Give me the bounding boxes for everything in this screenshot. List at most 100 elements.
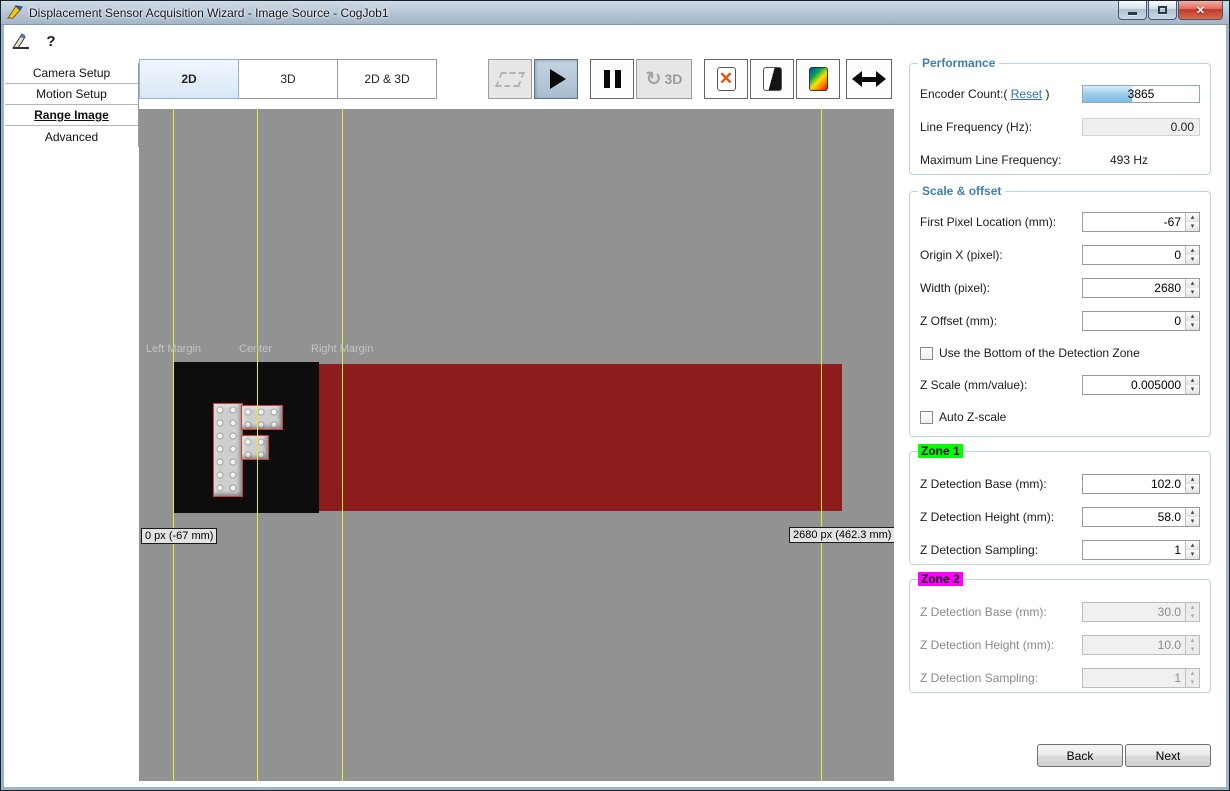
title-bar[interactable]: Displacement Sensor Acquisition Wizard -… bbox=[1, 1, 1229, 25]
tab-2d[interactable]: 2D bbox=[139, 59, 239, 99]
z-scale-field[interactable] bbox=[1082, 375, 1200, 395]
use-bottom-detection-zone-checkbox[interactable] bbox=[920, 347, 933, 360]
tab-3d[interactable]: 3D bbox=[238, 59, 338, 99]
sidebar-item-camera-setup[interactable]: Camera Setup bbox=[5, 63, 138, 84]
minimize-button[interactable] bbox=[1118, 1, 1147, 20]
spin-down-button bbox=[1186, 678, 1199, 687]
left-margin-line[interactable] bbox=[173, 109, 174, 781]
zone1-base-field[interactable] bbox=[1082, 474, 1200, 494]
zone1-height-row: Z Detection Height (mm): bbox=[920, 507, 1200, 527]
window-controls bbox=[1117, 1, 1223, 20]
max-line-frequency-value: 493 Hz bbox=[1110, 153, 1148, 167]
spin-down-button[interactable] bbox=[1186, 517, 1199, 526]
zone1-sampling-field[interactable] bbox=[1082, 540, 1200, 560]
spin-down-button[interactable] bbox=[1186, 222, 1199, 231]
z-offset-input[interactable] bbox=[1083, 312, 1185, 330]
quick-toolbar bbox=[11, 32, 61, 50]
zone2-base-spinner bbox=[1185, 603, 1199, 621]
calibration-tool-icon[interactable] bbox=[11, 32, 31, 50]
zone1-height-input[interactable] bbox=[1083, 508, 1185, 526]
rotate-3d-label: 3D bbox=[665, 71, 683, 87]
spin-up-button[interactable] bbox=[1186, 213, 1199, 222]
center-line[interactable] bbox=[257, 109, 258, 781]
auto-zscale-checkbox[interactable] bbox=[920, 411, 933, 424]
line-frequency-label: Line Frequency (Hz): bbox=[920, 120, 1032, 134]
origin-x-field[interactable] bbox=[1082, 245, 1200, 265]
color-palette-button[interactable] bbox=[796, 59, 840, 99]
right-edge-line[interactable] bbox=[821, 109, 822, 781]
spin-down-button[interactable] bbox=[1186, 321, 1199, 330]
next-button[interactable]: Next bbox=[1125, 744, 1211, 767]
spin-down-button bbox=[1186, 612, 1199, 621]
zone1-height-field[interactable] bbox=[1082, 507, 1200, 527]
help-icon[interactable] bbox=[41, 32, 61, 50]
right-position-label: 2680 px (462.3 mm) bbox=[789, 527, 894, 543]
origin-x-label: Origin X (pixel): bbox=[920, 248, 1003, 262]
z-offset-field[interactable] bbox=[1082, 311, 1200, 331]
zone1-sampling-row: Z Detection Sampling: bbox=[920, 540, 1200, 560]
spin-down-button[interactable] bbox=[1186, 255, 1199, 264]
spin-down-button[interactable] bbox=[1186, 385, 1199, 394]
spin-up-button[interactable] bbox=[1186, 541, 1199, 550]
first-pixel-location-input[interactable] bbox=[1083, 213, 1185, 231]
zone2-group: Zone 2 Z Detection Base (mm): Z Detectio… bbox=[909, 579, 1211, 693]
spin-up-button[interactable] bbox=[1186, 246, 1199, 255]
sidebar-item-motion-setup[interactable]: Motion Setup bbox=[5, 84, 138, 105]
pause-button[interactable] bbox=[590, 59, 634, 99]
encoder-count-value: 3865 bbox=[1082, 85, 1200, 103]
zone2-height-row: Z Detection Height (mm): bbox=[920, 635, 1200, 655]
z-scale-label: Z Scale (mm/value): bbox=[920, 378, 1027, 392]
region-select-icon bbox=[495, 72, 525, 87]
use-bottom-detection-zone-row: Use the Bottom of the Detection Zone bbox=[920, 344, 1200, 362]
fit-width-button[interactable] bbox=[846, 59, 892, 99]
sidebar-item-advanced[interactable]: Advanced bbox=[5, 126, 138, 147]
region-select-button bbox=[488, 59, 532, 99]
run-button[interactable] bbox=[534, 59, 578, 99]
zone1-base-label: Z Detection Base (mm): bbox=[920, 477, 1047, 491]
origin-x-spinner bbox=[1185, 246, 1199, 264]
reset-link[interactable]: Reset bbox=[1011, 87, 1042, 101]
restore-button[interactable] bbox=[1148, 1, 1177, 20]
right-margin-label: Right Margin bbox=[311, 343, 373, 355]
remove-overlay-button[interactable] bbox=[704, 59, 748, 99]
tab-2d-and-3d[interactable]: 2D & 3D bbox=[337, 59, 437, 99]
spin-down-button[interactable] bbox=[1186, 288, 1199, 297]
line-frequency-row: Line Frequency (Hz): 0.00 bbox=[920, 117, 1200, 137]
zone1-height-spinner bbox=[1185, 508, 1199, 526]
first-pixel-location-field[interactable] bbox=[1082, 212, 1200, 232]
spin-up-button[interactable] bbox=[1186, 376, 1199, 385]
close-button[interactable] bbox=[1178, 1, 1223, 20]
right-margin-line[interactable] bbox=[342, 109, 343, 781]
zone2-height-field bbox=[1082, 635, 1200, 655]
spin-down-button[interactable] bbox=[1186, 484, 1199, 493]
first-pixel-location-label: First Pixel Location (mm): bbox=[920, 215, 1056, 229]
sidebar-item-range-image[interactable]: Range Image bbox=[5, 105, 138, 126]
first-pixel-location-spinner bbox=[1185, 213, 1199, 231]
z-scale-row: Z Scale (mm/value): bbox=[920, 375, 1200, 395]
range-image-canvas[interactable]: Left Margin Center Right Margin 0 px (-6… bbox=[139, 109, 894, 781]
width-pixel-field[interactable] bbox=[1082, 278, 1200, 298]
zone1-sampling-input[interactable] bbox=[1083, 541, 1185, 559]
origin-x-input[interactable] bbox=[1083, 246, 1185, 264]
wizard-step-list: Camera Setup Motion Setup Range Image Ad… bbox=[5, 63, 139, 147]
encoder-count-fill bbox=[1083, 86, 1132, 102]
spin-up-button[interactable] bbox=[1186, 312, 1199, 321]
zone2-sampling-row: Z Detection Sampling: bbox=[920, 668, 1200, 688]
spin-up-button[interactable] bbox=[1186, 475, 1199, 484]
grayscale-palette-button[interactable] bbox=[750, 59, 794, 99]
zone2-height-spinner bbox=[1185, 636, 1199, 654]
grayscale-palette-icon bbox=[763, 67, 782, 91]
width-pixel-input[interactable] bbox=[1083, 279, 1185, 297]
back-button[interactable]: Back bbox=[1037, 744, 1123, 767]
auto-zscale-label: Auto Z-scale bbox=[939, 410, 1006, 424]
zone1-base-input[interactable] bbox=[1083, 475, 1185, 493]
minimize-icon bbox=[1128, 12, 1137, 15]
use-bottom-detection-zone-label: Use the Bottom of the Detection Zone bbox=[939, 346, 1140, 360]
zone1-group-title: Zone 1 bbox=[918, 444, 963, 458]
spin-up-button[interactable] bbox=[1186, 279, 1199, 288]
spin-down-button[interactable] bbox=[1186, 550, 1199, 559]
wizard-window: Displacement Sensor Acquisition Wizard -… bbox=[0, 0, 1230, 791]
z-scale-input[interactable] bbox=[1083, 376, 1185, 394]
spin-up-button[interactable] bbox=[1186, 508, 1199, 517]
z-offset-label: Z Offset (mm): bbox=[920, 314, 997, 328]
